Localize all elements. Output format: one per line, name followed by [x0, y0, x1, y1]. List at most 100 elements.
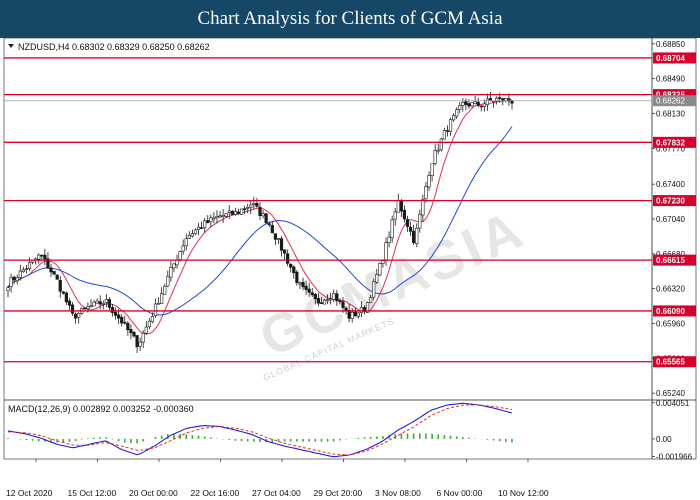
x-tick-label: 6 Nov 00:00 [437, 488, 483, 498]
candle-body [390, 219, 394, 239]
page-title: Chart Analysis for Clients of GCM Asia [0, 0, 700, 38]
candle-body [473, 101, 477, 104]
candle-body [344, 307, 348, 311]
candle-body [369, 297, 373, 303]
candle-body [402, 210, 407, 220]
current-price-label: 0.68262 [656, 97, 685, 106]
y-tick-label: 0.68490 [656, 75, 685, 84]
candle-body [427, 175, 431, 188]
candle-body [233, 211, 238, 215]
candle-body [264, 213, 268, 224]
candle-body [163, 286, 167, 295]
candle-body [104, 299, 108, 303]
candle-body [40, 254, 44, 257]
candle-body [24, 268, 29, 270]
candle-body [236, 211, 241, 214]
candle-body [393, 211, 397, 220]
candle-body [482, 103, 486, 107]
y-tick-label: 0.65240 [656, 389, 685, 398]
candle-body [378, 263, 382, 276]
x-tick-label: 27 Oct 04:00 [252, 488, 301, 498]
candle-body [301, 281, 305, 288]
candle-body [304, 285, 308, 290]
candle-body [58, 279, 62, 292]
candle-body [243, 208, 247, 211]
level-label: 0.66090 [656, 307, 685, 316]
candle [264, 212, 268, 224]
candle-body [178, 251, 182, 260]
candle-body [439, 138, 443, 151]
candle-body [341, 301, 345, 308]
candle-body [279, 238, 284, 251]
candle-body [310, 292, 314, 296]
candle-body [43, 254, 47, 260]
candle-body [273, 233, 277, 240]
candle-body [479, 105, 483, 108]
candle-body [12, 276, 16, 281]
candle-body [144, 326, 148, 334]
candle-body [445, 130, 450, 132]
x-tick-label: 3 Nov 08:00 [375, 488, 421, 498]
candle-body [418, 213, 422, 229]
candle-body [421, 199, 425, 216]
candle-body [61, 291, 65, 294]
candle-body [77, 312, 81, 318]
candle-body [319, 302, 324, 304]
candle [55, 274, 59, 280]
candle-body [313, 293, 317, 300]
candle-body [387, 236, 391, 244]
candle-body [200, 227, 204, 229]
candle-body [147, 320, 151, 328]
candle-body [455, 109, 459, 117]
candle-body [89, 305, 93, 308]
candle-body [209, 217, 213, 223]
candle [239, 208, 244, 215]
candle-body [252, 203, 256, 205]
candle-body [126, 322, 130, 331]
level-label: 0.65565 [656, 358, 685, 367]
candle-body [307, 288, 311, 293]
candle-body [332, 293, 336, 300]
candle-body [399, 200, 403, 212]
x-tick-label: 10 Nov 12:00 [498, 488, 549, 498]
candle-body [160, 293, 164, 304]
candle-body [98, 301, 102, 305]
y-tick-label: 0.65960 [656, 320, 685, 329]
candle-body [396, 200, 400, 213]
candle-body [322, 299, 327, 305]
candle-body [381, 260, 385, 264]
candle-body [15, 277, 19, 281]
candle-body [424, 186, 428, 200]
level-label: 0.66615 [656, 256, 685, 265]
candle-body [132, 331, 136, 337]
level-label: 0.68704 [656, 54, 685, 63]
candle-body [430, 163, 434, 176]
candle-body [338, 300, 342, 303]
candle-body [196, 226, 201, 231]
candle-body [249, 204, 253, 208]
candle-body [86, 306, 90, 309]
candle-body [18, 270, 22, 278]
x-tick-label: 15 Oct 12:00 [68, 488, 117, 498]
macd-tick-label: -0.001966 [656, 452, 693, 461]
candle-body [255, 202, 259, 207]
candle-body [110, 307, 115, 313]
candle-body [138, 341, 142, 347]
y-tick-label: 0.66320 [656, 285, 685, 294]
candle [439, 137, 443, 152]
candle-body [230, 211, 234, 215]
y-tick-label: 0.67400 [656, 180, 685, 189]
candle-body [193, 229, 198, 234]
candle-body [135, 335, 139, 348]
candle-body [329, 298, 333, 300]
candle-body [286, 253, 290, 264]
candle-body [55, 274, 59, 280]
candle-body [83, 307, 87, 310]
candle-body [150, 316, 155, 323]
candle-body [129, 329, 133, 334]
candle-body [448, 119, 453, 132]
candle-body [113, 311, 118, 316]
candle [378, 262, 382, 277]
candle-body [107, 299, 112, 308]
candle-body [412, 230, 416, 244]
